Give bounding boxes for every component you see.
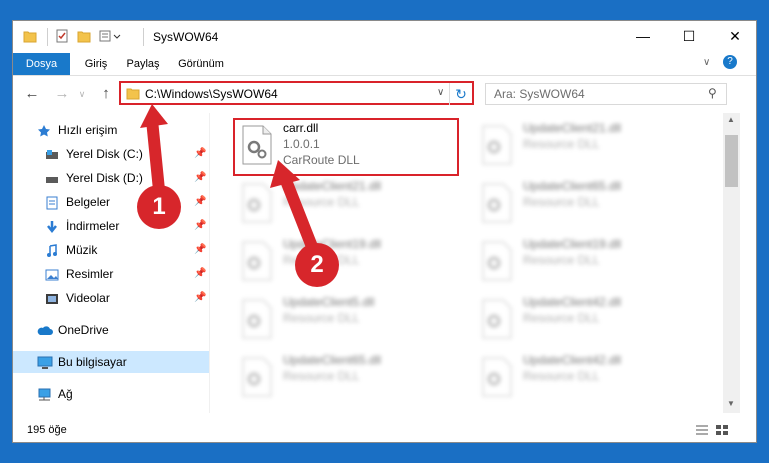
arrow-2-head: [270, 160, 300, 188]
step-badge-2: 2: [295, 243, 339, 287]
step-badge-1: 1: [137, 185, 181, 229]
arrow-1-head: [140, 104, 168, 128]
annotation-arrows: [140, 104, 324, 268]
